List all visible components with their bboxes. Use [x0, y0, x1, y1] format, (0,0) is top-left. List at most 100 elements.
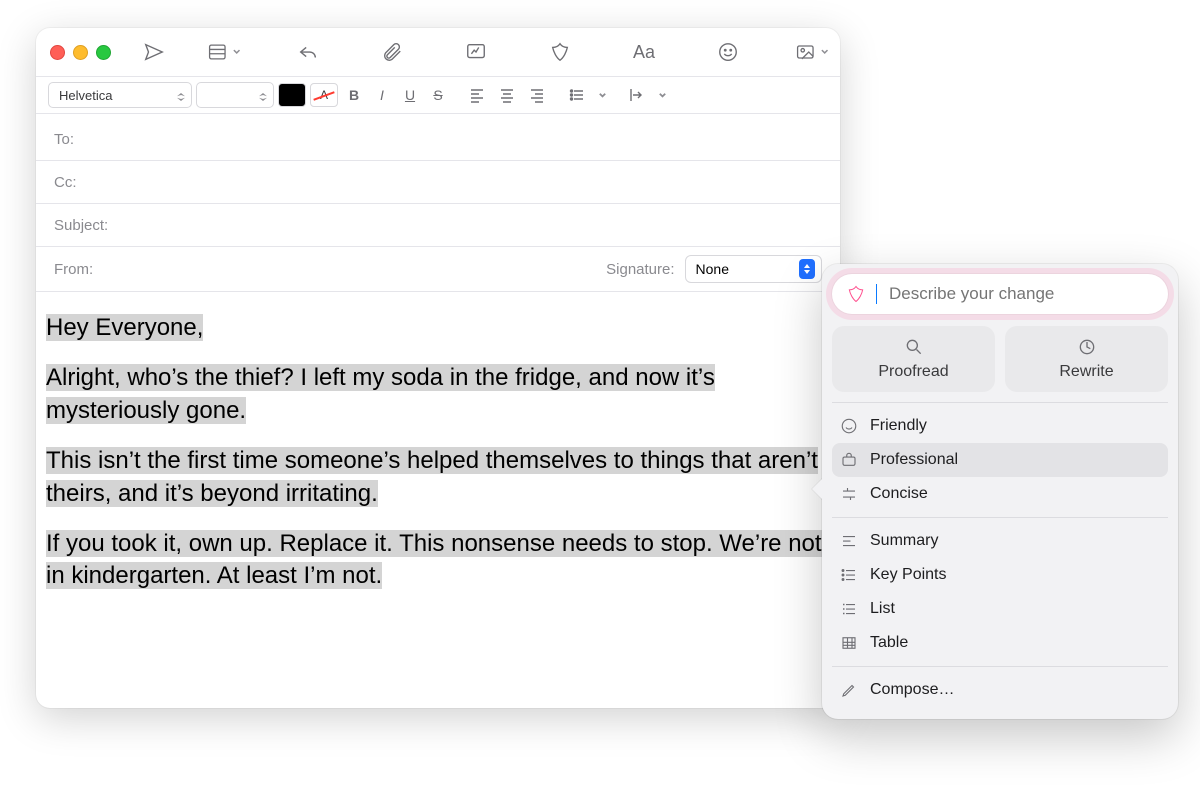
chevron-down-icon: [658, 91, 667, 100]
text-cursor: [876, 284, 877, 304]
body-paragraph[interactable]: Alright, who’s the thief? I left my soda…: [46, 364, 715, 423]
body-paragraph[interactable]: Hey Everyone,: [46, 314, 203, 341]
text-format-button[interactable]: Aa: [621, 37, 667, 67]
indent-dropdown[interactable]: [654, 83, 670, 107]
chevron-down-icon: [598, 91, 607, 100]
align-center-button[interactable]: [494, 83, 520, 107]
list-icon: [840, 600, 858, 618]
message-body[interactable]: Hey Everyone, Alright, who’s the thief? …: [36, 296, 840, 708]
paper-plane-icon: [143, 41, 165, 63]
markup-icon: [465, 41, 487, 63]
format-summary[interactable]: Summary: [832, 524, 1168, 558]
writing-tools-icon: [549, 41, 571, 63]
strikethrough-button[interactable]: S: [426, 83, 450, 107]
from-label: From:: [54, 261, 116, 278]
format-list[interactable]: List: [832, 592, 1168, 626]
tone-menu: Friendly Professional Concise Summary: [832, 402, 1168, 713]
keypoints-icon: [840, 566, 858, 584]
tone-friendly[interactable]: Friendly: [832, 409, 1168, 443]
to-row[interactable]: To:: [36, 118, 840, 161]
tone-concise[interactable]: Concise: [832, 477, 1168, 511]
from-row: From: Signature: None: [36, 247, 840, 292]
sparkle-icon: [846, 284, 866, 304]
indent-icon: [629, 87, 645, 103]
to-label: To:: [54, 131, 116, 148]
emoji-smile-icon: [717, 41, 739, 63]
format-keypoints-label: Key Points: [870, 566, 946, 584]
summary-icon: [840, 532, 858, 550]
header-list-icon: [207, 41, 228, 63]
rewrite-label: Rewrite: [1059, 363, 1113, 381]
concise-icon: [840, 485, 858, 503]
signature-value: None: [696, 261, 729, 277]
text-color-swatch[interactable]: [278, 83, 306, 107]
chevron-down-icon: [232, 47, 241, 57]
writing-tools-button[interactable]: [537, 37, 583, 67]
tone-concise-label: Concise: [870, 485, 928, 503]
font-family-select[interactable]: Helvetica: [48, 82, 192, 108]
tone-friendly-label: Friendly: [870, 417, 927, 435]
body-paragraph[interactable]: If you took it, own up. Replace it. This…: [46, 530, 822, 589]
describe-change-input[interactable]: [887, 283, 1154, 305]
table-icon: [840, 634, 858, 652]
markup-button[interactable]: [453, 37, 499, 67]
zoom-window-button[interactable]: [96, 45, 111, 60]
signature-select[interactable]: None: [685, 255, 822, 283]
close-window-button[interactable]: [50, 45, 65, 60]
list-icon: [569, 87, 585, 103]
compose-item[interactable]: Compose…: [832, 673, 1168, 707]
window-controls: [50, 45, 111, 60]
emoji-button[interactable]: [705, 37, 751, 67]
align-left-icon: [469, 87, 485, 103]
format-summary-label: Summary: [870, 532, 938, 550]
subject-label: Subject:: [54, 217, 116, 234]
mail-compose-window: Aa Helvetica B I U S: [36, 28, 840, 708]
font-size-select[interactable]: [196, 82, 274, 108]
header-fields-button[interactable]: [201, 37, 247, 67]
rewrite-button[interactable]: Rewrite: [1005, 326, 1168, 392]
magnifier-check-icon: [904, 337, 924, 357]
stepper-icon: [799, 259, 815, 279]
pencil-icon: [840, 681, 858, 699]
body-paragraph[interactable]: This isn’t the first time someone’s help…: [46, 447, 818, 506]
format-keypoints[interactable]: Key Points: [832, 558, 1168, 592]
cc-label: Cc:: [54, 174, 116, 191]
rewrite-icon: [1077, 337, 1097, 357]
compose-label: Compose…: [870, 681, 954, 699]
insert-photo-button[interactable]: [789, 37, 835, 67]
titlebar: Aa: [36, 28, 840, 76]
attach-button[interactable]: [369, 37, 415, 67]
bold-button[interactable]: B: [342, 83, 366, 107]
format-table[interactable]: Table: [832, 626, 1168, 660]
format-label: Aa: [633, 42, 655, 63]
signature-label: Signature:: [606, 261, 674, 278]
align-right-icon: [529, 87, 545, 103]
paperclip-icon: [381, 41, 403, 63]
writing-tools-popover: Proofread Rewrite Friendly Professional: [822, 264, 1178, 719]
underline-button[interactable]: U: [398, 83, 422, 107]
proofread-label: Proofread: [878, 363, 948, 381]
proofread-button[interactable]: Proofread: [832, 326, 995, 392]
format-table-label: Table: [870, 634, 908, 652]
align-left-button[interactable]: [464, 83, 490, 107]
format-bar: Helvetica B I U S: [36, 76, 840, 114]
chevron-down-icon: [820, 47, 829, 57]
align-right-button[interactable]: [524, 83, 550, 107]
describe-change-field[interactable]: [832, 274, 1168, 314]
smile-icon: [840, 417, 858, 435]
italic-button[interactable]: I: [370, 83, 394, 107]
indent-button[interactable]: [624, 83, 650, 107]
send-button[interactable]: [131, 37, 177, 67]
highlight-color-swatch[interactable]: [310, 83, 338, 107]
cc-row[interactable]: Cc:: [36, 161, 840, 204]
photo-icon: [795, 41, 816, 63]
tone-professional-label: Professional: [870, 451, 958, 469]
format-list-label: List: [870, 600, 895, 618]
reply-button[interactable]: [285, 37, 331, 67]
message-headers: To: Cc: Subject: From: Signature: None: [36, 114, 840, 296]
tone-professional[interactable]: Professional: [832, 443, 1168, 477]
minimize-window-button[interactable]: [73, 45, 88, 60]
list-style-dropdown[interactable]: [594, 83, 610, 107]
list-style-button[interactable]: [564, 83, 590, 107]
subject-row[interactable]: Subject:: [36, 204, 840, 247]
